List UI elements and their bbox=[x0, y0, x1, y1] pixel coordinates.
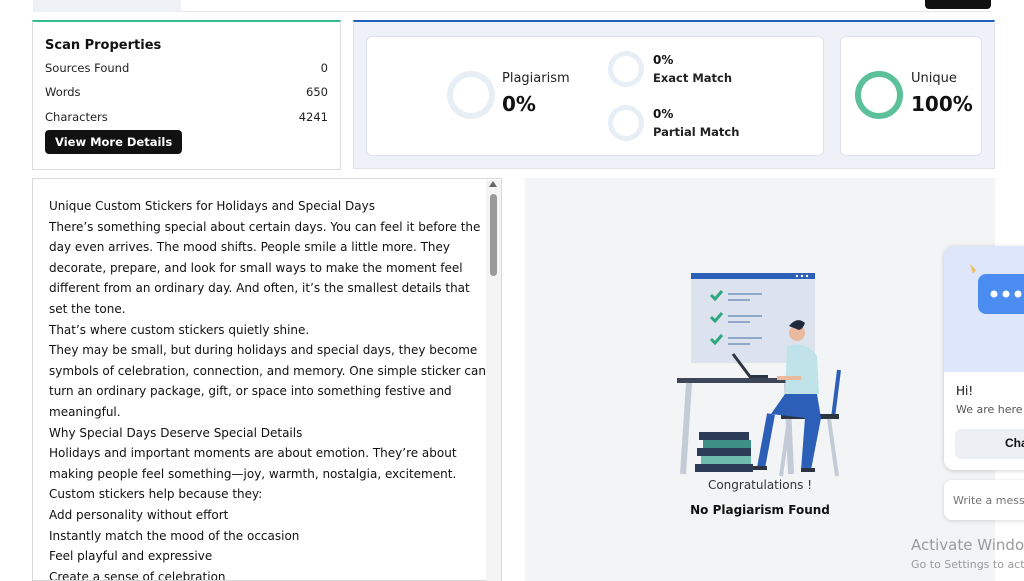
chat-bubble-icon bbox=[970, 264, 1024, 314]
plagiarism-ring bbox=[447, 71, 495, 119]
text-paragraph: They may be small, but during holidays a… bbox=[49, 343, 486, 419]
sources-found-label: Sources Found bbox=[45, 61, 130, 75]
results-panel: Plagiarism 0% 0% Exact Match 0% Partial … bbox=[353, 20, 995, 169]
characters-row: Characters 4241 bbox=[45, 110, 328, 124]
text-scrollbar[interactable] bbox=[486, 180, 501, 581]
scroll-thumb[interactable] bbox=[490, 194, 497, 276]
sources-found-value: 0 bbox=[320, 61, 328, 75]
plagiarism-summary-card: Plagiarism 0% 0% Exact Match 0% Partial … bbox=[366, 36, 824, 156]
words-row: Words 650 bbox=[45, 85, 328, 99]
result-illustration-panel: Congratulations ! No Plagiarism Found bbox=[525, 178, 995, 581]
unique-ring bbox=[855, 71, 903, 119]
chat-greeting: Hi! bbox=[956, 384, 974, 398]
sources-found-row: Sources Found 0 bbox=[45, 61, 328, 75]
partial-match-ring bbox=[608, 105, 644, 141]
text-paragraph: Holidays and important moments are about… bbox=[49, 446, 457, 481]
no-plagiarism-status: No Plagiarism Found bbox=[690, 503, 830, 517]
chat-message-input[interactable] bbox=[944, 480, 1024, 520]
text-paragraph: There’s something special about certain … bbox=[49, 219, 481, 316]
chat-subtext: We are here f bbox=[956, 403, 1024, 416]
activate-windows-watermark: Activate Windo bbox=[911, 536, 1024, 554]
top-tab[interactable] bbox=[33, 0, 181, 12]
plagiarism-value: 0% bbox=[502, 92, 536, 116]
text-paragraph: That’s where custom stickers quietly shi… bbox=[49, 322, 310, 337]
exact-match-value: 0% bbox=[653, 53, 674, 67]
characters-label: Characters bbox=[45, 110, 108, 124]
text-paragraph: Instantly match the mood of the occasion bbox=[49, 528, 300, 543]
words-label: Words bbox=[45, 85, 81, 99]
characters-value: 4241 bbox=[298, 110, 328, 124]
congratulations-text: Congratulations ! bbox=[707, 478, 813, 492]
scan-properties-title: Scan Properties bbox=[45, 38, 162, 53]
exact-match-ring bbox=[608, 51, 644, 87]
view-more-details-button[interactable]: View More Details bbox=[45, 130, 183, 154]
start-chat-button[interactable]: Cha bbox=[955, 429, 1024, 459]
partial-match-value: 0% bbox=[653, 107, 674, 121]
text-paragraph: Unique Custom Stickers for Holidays and … bbox=[49, 199, 375, 213]
unique-value: 100% bbox=[911, 92, 973, 116]
unique-label: Unique bbox=[911, 71, 957, 86]
text-paragraph: Create a sense of celebration bbox=[49, 569, 226, 581]
scan-properties-card: Scan Properties Sources Found 0 Words 65… bbox=[32, 20, 341, 170]
chat-widget[interactable]: Hi! We are here f Cha bbox=[944, 246, 1024, 470]
start-chat-label: Cha bbox=[1005, 436, 1024, 450]
top-action-button[interactable] bbox=[925, 0, 991, 9]
top-strip bbox=[0, 0, 1024, 14]
text-paragraph: Why Special Days Deserve Special Details bbox=[49, 425, 303, 440]
text-paragraph: Add personality without effort bbox=[49, 507, 229, 522]
text-content: Unique Custom Stickers for Holidays and … bbox=[49, 196, 489, 581]
chat-header bbox=[944, 246, 1024, 372]
person-at-desk-illustration bbox=[677, 273, 841, 477]
scroll-up-arrow-icon[interactable] bbox=[489, 181, 497, 187]
unique-card: Unique 100% bbox=[840, 36, 982, 156]
text-paragraph: Custom stickers help because they: bbox=[49, 487, 263, 502]
words-value: 650 bbox=[306, 85, 328, 99]
divider bbox=[181, 11, 991, 12]
activate-windows-subtext: Go to Settings to acti bbox=[911, 558, 1024, 571]
plagiarism-label: Plagiarism bbox=[502, 71, 570, 86]
plagiarism-checker-page: Scan Properties Sources Found 0 Words 65… bbox=[0, 0, 1024, 581]
text-paragraph: Feel playful and expressive bbox=[49, 549, 213, 564]
exact-match-label: Exact Match bbox=[653, 71, 733, 85]
scanned-text-area[interactable]: Unique Custom Stickers for Holidays and … bbox=[32, 178, 502, 581]
partial-match-label: Partial Match bbox=[653, 125, 740, 139]
